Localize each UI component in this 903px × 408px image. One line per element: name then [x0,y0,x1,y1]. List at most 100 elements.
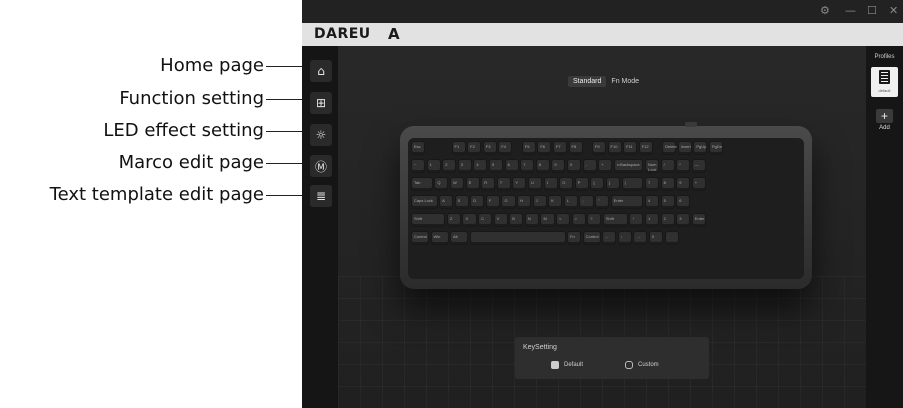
keyboard-key[interactable]: Alt [450,231,468,245]
keyboard-key[interactable]: 7 [645,177,660,191]
sidebar-function-button[interactable]: ⊞ [310,92,332,114]
keyboard-key[interactable]: 2 [660,213,675,227]
keyboard-key[interactable]: - [582,159,597,173]
keyboard-key[interactable]: Insert [677,141,692,155]
keyboard-key[interactable]: * [676,159,691,173]
keyboard-key[interactable]: 4 [645,195,660,209]
keyboard-key[interactable]: G [501,195,516,209]
keyboard-key[interactable]: C [478,213,493,227]
keyboard-key[interactable]: A [439,195,454,209]
keyboard-key[interactable]: B [509,213,524,227]
keyboard-key[interactable]: ⇐Backspace [613,159,644,173]
keyboard-key[interactable]: J [532,195,547,209]
keyboard-key[interactable]: W [450,177,465,191]
minimize-icon[interactable]: — [845,4,856,18]
keyboard-key[interactable]: . [664,231,679,245]
keyboard-key[interactable]: ? [587,213,602,227]
keyboard-key[interactable]: F1 [451,141,466,155]
keyboard-key[interactable]: F3 [482,141,497,155]
keyboard-key[interactable]: 2 [442,159,457,173]
keyboard-key[interactable]: PgUp [693,141,708,155]
keyboard-key[interactable]: 0 [567,159,582,173]
keyboard-key[interactable]: Win [430,231,449,245]
keyboard-key[interactable]: } [606,177,621,191]
keyboard-key[interactable]: PgDn [708,141,724,155]
keysetting-custom-option[interactable]: Custom [625,361,659,369]
keyboard-key[interactable]: M [540,213,555,227]
keyboard-key[interactable]: V [493,213,508,227]
profile-item[interactable]: default [871,67,898,97]
sidebar-macro-button[interactable]: Ⓜ [310,155,332,177]
keyboard-key[interactable]: Enter [691,213,706,227]
keyboard-key[interactable]: Shift [411,213,446,227]
keyboard-key[interactable]: H [517,195,532,209]
keyboard-key[interactable]: Z [446,213,461,227]
keyboard-key[interactable]: Delete [662,141,677,155]
keyboard-key[interactable]: + [598,159,613,173]
keyboard-key[interactable]: K [548,195,563,209]
keyboard-key[interactable]: F7 [552,141,568,155]
tab-fn-mode[interactable]: Fn Mode [606,76,644,87]
keyboard-key[interactable]: < [556,213,571,227]
keyboard-key[interactable]: P [574,177,589,191]
settings-icon[interactable]: ⚙ [820,4,830,18]
maximize-icon[interactable]: ☐ [867,4,877,18]
keyboard-key[interactable]: L [563,195,578,209]
keyboard-key[interactable]: > [571,213,586,227]
keyboard-key[interactable]: 4 [473,159,488,173]
keyboard-key[interactable]: { [590,177,605,191]
keyboard-key[interactable]: 5 [489,159,504,173]
keyboard-key[interactable]: — [691,159,706,173]
keyboard-key[interactable]: 6 [504,159,519,173]
keysetting-default-option[interactable]: Default [551,361,583,369]
keyboard-key[interactable]: Fn [567,231,582,245]
keyboard-key[interactable]: → [633,231,648,245]
keyboard-key[interactable]: " [595,195,610,209]
keyboard-key[interactable]: Q [434,177,449,191]
keyboard-key[interactable]: F5 [521,141,536,155]
keyboard-key[interactable]: ~ [411,159,426,173]
add-profile-button[interactable]: + [876,109,893,123]
keyboard-key[interactable]: D [470,195,485,209]
keyboard-key[interactable]: U [528,177,543,191]
keyboard-key[interactable]: 8 [660,177,675,191]
keyboard-key[interactable]: R [481,177,496,191]
keyboard-key[interactable]: 8 [535,159,550,173]
keyboard-key[interactable]: / [660,159,675,173]
keyboard-key[interactable]: T [496,177,511,191]
checkbox-empty-icon[interactable] [625,361,633,369]
keyboard-key[interactable]: 1 [645,213,660,227]
keyboard-key[interactable]: ↑ [629,213,644,227]
keyboard-key[interactable]: 0 [648,231,663,245]
keyboard-key[interactable]: | [621,177,644,191]
keyboard-key[interactable]: 3 [676,213,691,227]
keyboard-key[interactable]: I [543,177,558,191]
keyboard-key[interactable]: Caps Lock [411,195,438,209]
keyboard-key[interactable]: ; [579,195,594,209]
keyboard-key[interactable]: F6 [537,141,552,155]
keyboard-key[interactable]: F11 [623,141,638,155]
keyboard-key[interactable]: N [524,213,539,227]
keyboard-key[interactable]: 3 [457,159,472,173]
keyboard-key[interactable]: Control [582,231,601,245]
keyboard-key[interactable]: O [559,177,574,191]
keyboard-key[interactable] [469,231,566,245]
checkbox-checked-icon[interactable] [551,361,559,369]
tab-standard[interactable]: Standard [568,75,607,87]
keyboard-key[interactable]: E [465,177,480,191]
keyboard-key[interactable]: ↓ [617,231,632,245]
keyboard-key[interactable]: X [462,213,477,227]
keyboard-key[interactable]: F2 [467,141,482,155]
sidebar-home-button[interactable]: ⌂ [310,60,332,82]
keyboard-key[interactable]: Shift [602,213,628,227]
keyboard-key[interactable]: + [691,177,706,191]
keyboard-key[interactable]: F12 [638,141,653,155]
keyboard-key[interactable]: 9 [551,159,566,173]
keyboard-key[interactable]: F8 [568,141,583,155]
keyboard-key[interactable]: 6 [676,195,691,209]
keyboard-key[interactable]: Tab [411,177,433,191]
keyboard-key[interactable]: F10 [607,141,622,155]
keyboard-key[interactable]: 9 [676,177,691,191]
keyboard-key[interactable]: ← [602,231,617,245]
keyboard-key[interactable]: Esc [411,141,426,155]
